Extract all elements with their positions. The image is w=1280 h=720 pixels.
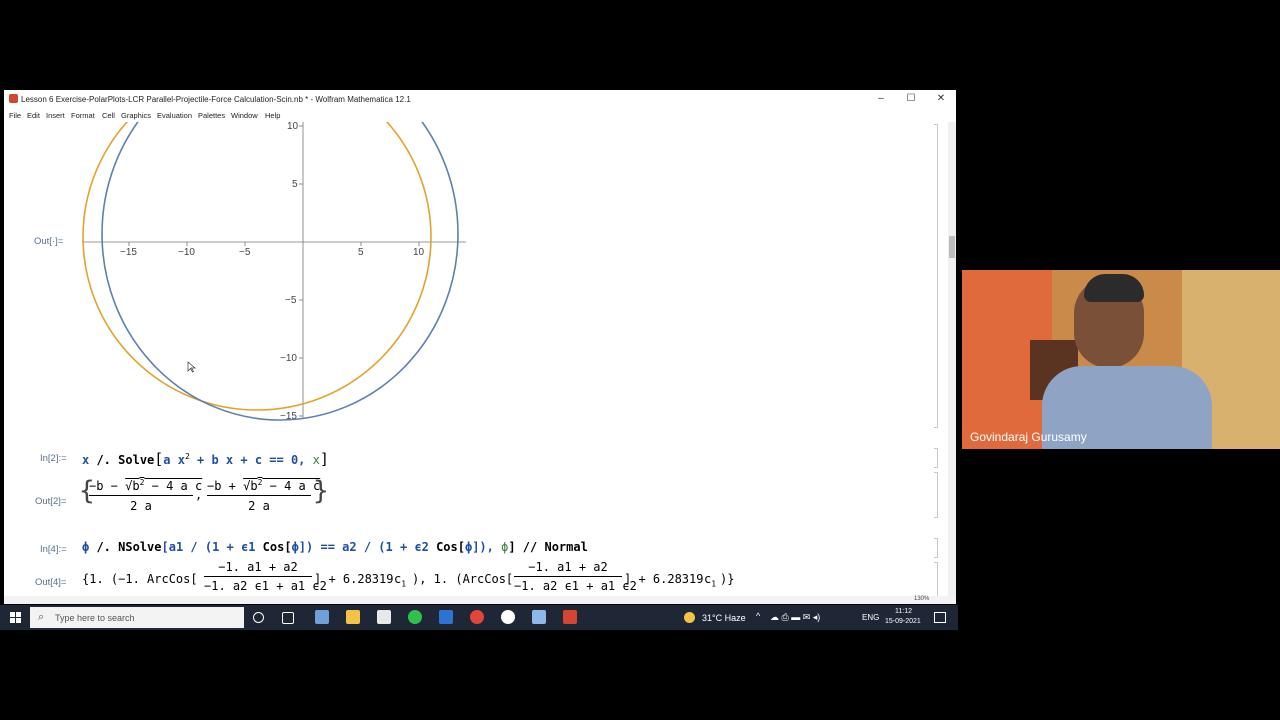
- menu-file[interactable]: File: [9, 111, 21, 120]
- mathematica-app-icon: [9, 94, 18, 103]
- notebook-content[interactable]: Out[·]= −15 −10 −5 5 10 10 5 −5 −10 −15 …: [4, 122, 956, 596]
- cell-bracket[interactable]: [934, 448, 938, 468]
- task-view-icon[interactable]: [282, 612, 294, 624]
- menu-insert[interactable]: Insert: [46, 111, 65, 120]
- in4-label: In[4]:=: [40, 544, 67, 555]
- zoom-level[interactable]: 130%: [914, 596, 929, 602]
- title-bar: Lesson 6 Exercise-PolarPlots-LCR Paralle…: [4, 90, 956, 108]
- menu-cell[interactable]: Cell: [102, 111, 115, 120]
- polar-curve-orange: [82, 122, 432, 411]
- mail-icon[interactable]: [439, 610, 453, 624]
- cell-bracket[interactable]: [934, 472, 938, 518]
- cortana-icon[interactable]: [253, 612, 264, 623]
- clock-time[interactable]: 11:12: [895, 608, 912, 615]
- file-explorer-icon[interactable]: [346, 610, 360, 624]
- weather-text[interactable]: 31°C Haze: [702, 613, 746, 623]
- x-tick-label: 10: [413, 247, 425, 258]
- chrome-icon[interactable]: [470, 610, 484, 624]
- app-icon[interactable]: [315, 610, 329, 624]
- minimize-button[interactable]: –: [868, 92, 894, 106]
- window-title: Lesson 6 Exercise-PolarPlots-LCR Paralle…: [21, 95, 411, 104]
- mathematica-window: Lesson 6 Exercise-PolarPlots-LCR Paralle…: [4, 90, 956, 604]
- cell-bracket[interactable]: [934, 124, 938, 428]
- menu-window[interactable]: Window: [231, 111, 258, 120]
- language-indicator[interactable]: ENG: [862, 613, 879, 622]
- polar-curve-blue: [101, 122, 459, 421]
- mouse-cursor-icon: [187, 361, 196, 373]
- cell-bracket[interactable]: [934, 562, 938, 596]
- dell-icon[interactable]: [501, 610, 515, 624]
- x-tick-label: −10: [178, 247, 195, 258]
- scrollbar-thumb[interactable]: [949, 236, 955, 258]
- windows-start-icon[interactable]: [10, 612, 21, 623]
- x-tick-label: −5: [239, 247, 251, 258]
- weather-icon[interactable]: [684, 612, 695, 623]
- status-bar: 130%: [4, 596, 956, 604]
- whatsapp-icon[interactable]: [408, 610, 422, 624]
- y-tick-label: −10: [280, 353, 297, 364]
- out4-label: Out[4]=: [35, 577, 67, 588]
- store-icon[interactable]: [377, 610, 391, 624]
- y-tick-label: −5: [285, 295, 297, 306]
- speaker-hair: [1084, 274, 1144, 302]
- in2-label: In[2]:=: [40, 453, 67, 464]
- cell-bracket[interactable]: [934, 538, 938, 558]
- app-icon-2[interactable]: [532, 610, 546, 624]
- notification-icon[interactable]: [934, 612, 946, 623]
- taskbar-search-box[interactable]: ⌕ Type here to search: [30, 607, 244, 628]
- taskbar: ⌕ Type here to search 31°C Haze ^ ☁ ⎙ ▬ …: [0, 605, 958, 630]
- menu-format[interactable]: Format: [71, 111, 95, 120]
- vertical-scrollbar[interactable]: [948, 122, 956, 596]
- menu-palettes[interactable]: Palettes: [198, 111, 225, 120]
- participant-name: Govindaraj Gurusamy: [970, 430, 1087, 444]
- in2-code[interactable]: x /. Solve[a x2 + b x + c == 0, x]: [82, 450, 329, 468]
- close-button[interactable]: ✕: [928, 92, 954, 106]
- webcam-video: Govindaraj Gurusamy: [962, 270, 1280, 449]
- search-placeholder: Type here to search: [55, 613, 135, 623]
- mathematica-taskbar-icon[interactable]: [563, 610, 577, 624]
- menu-evaluation[interactable]: Evaluation: [157, 111, 192, 120]
- menu-bar: File Edit Insert Format Cell Graphics Ev…: [4, 108, 956, 122]
- polar-plot[interactable]: −15 −10 −5 5 10 10 5 −5 −10 −15: [74, 122, 474, 424]
- out2-label: Out[2]=: [35, 496, 67, 507]
- out-label-plot: Out[·]=: [34, 236, 64, 247]
- y-tick-label: 5: [292, 179, 298, 190]
- clock-date[interactable]: 15-09-2021: [885, 618, 921, 625]
- tray-chevron-icon[interactable]: ^: [756, 611, 760, 621]
- y-tick-label: 10: [287, 122, 299, 132]
- menu-help[interactable]: Help: [265, 111, 280, 120]
- menu-graphics[interactable]: Graphics: [121, 111, 151, 120]
- search-icon: ⌕: [38, 611, 45, 623]
- menu-edit[interactable]: Edit: [27, 111, 40, 120]
- in4-code[interactable]: ϕ /. NSolve[a1 / (1 + ϵ1 Cos[ϕ]) == a2 /…: [82, 540, 588, 554]
- tray-icons[interactable]: ☁ ⎙ ▬ ✉ ◂): [770, 612, 820, 623]
- x-tick-label: −15: [120, 247, 137, 258]
- maximize-button[interactable]: ☐: [898, 92, 924, 106]
- x-tick-label: 5: [358, 247, 364, 258]
